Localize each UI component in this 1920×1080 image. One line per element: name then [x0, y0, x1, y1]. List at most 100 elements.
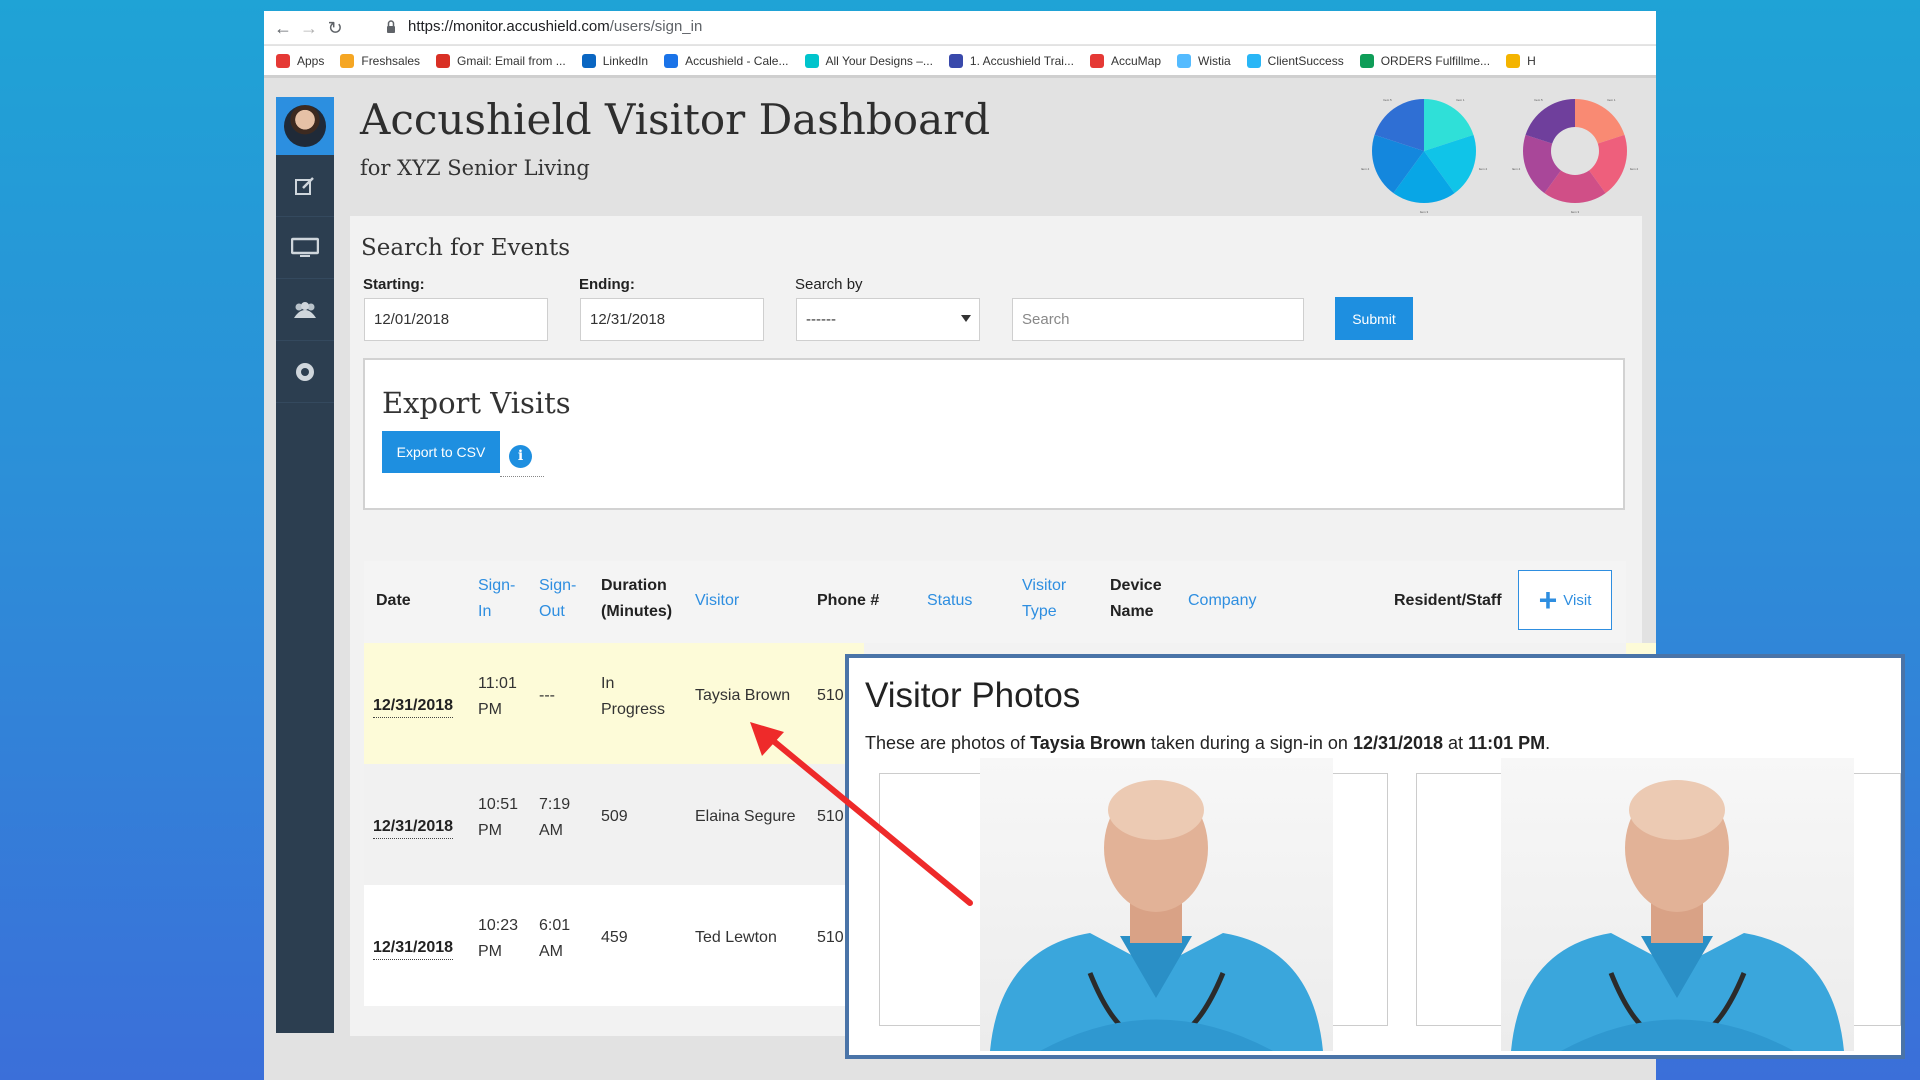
row-duration-line2: Progress [601, 701, 666, 718]
sidebar-item-settings[interactable] [276, 341, 334, 403]
bookmark-item[interactable]: Accushield - Cale... [664, 53, 789, 68]
bookmark-label: Accushield - Cale... [685, 53, 789, 68]
chevron-down-icon [961, 315, 971, 322]
bookmark-icon [581, 53, 596, 68]
row-phone: 510 [817, 929, 844, 946]
reload-icon[interactable]: ↻ [324, 17, 346, 39]
col-status[interactable]: Status [927, 588, 972, 614]
bookmark-item[interactable]: ClientSuccess [1246, 53, 1344, 68]
bookmark-label: H [1527, 53, 1536, 68]
visitor-photo-2[interactable] [1501, 758, 1854, 1051]
col-sign-out[interactable]: Sign- Out [539, 573, 576, 625]
pie-slice-label: Item 4 [1361, 167, 1370, 171]
pie-slice-label: Item 2 [1479, 167, 1488, 171]
search-by-label: Search by [795, 276, 863, 293]
bookmark-item[interactable]: ORDERS Fulfillme... [1359, 53, 1491, 68]
bookmark-item[interactable]: Apps [276, 53, 324, 68]
row-sign-out-time: 6:01 [539, 917, 571, 934]
ending-label: Ending: [579, 276, 635, 293]
back-icon[interactable]: ← [272, 17, 294, 39]
row-date[interactable]: 12/31/2018 [373, 937, 454, 960]
row-visitor[interactable]: Taysia Brown [695, 683, 790, 709]
sidebar-item-users[interactable] [276, 279, 334, 341]
bookmark-label: ORDERS Fulfillme... [1380, 53, 1491, 68]
pie-slice-label: Item 3 [1420, 210, 1429, 214]
bookmark-icon [804, 53, 819, 68]
bookmark-item[interactable]: 1. Accushield Trai... [948, 53, 1074, 68]
row-sign-out-period: AM [539, 822, 563, 839]
modal-text-end: . [1545, 733, 1551, 753]
pie-slice-label: Item 3 [1571, 210, 1580, 214]
row-sign-in-time: 10:23 [478, 917, 519, 934]
bookmark-item[interactable]: AccuMap [1089, 53, 1161, 68]
col-visitor-type[interactable]: Visitor Type [1022, 573, 1066, 625]
sidebar-item-monitor[interactable] [276, 217, 334, 279]
export-title: Export Visits [382, 386, 571, 420]
pie-slice-label: Item 2 [1630, 167, 1639, 171]
add-visit-label: Visit [1563, 591, 1592, 609]
row-date[interactable]: 12/31/2018 [373, 816, 454, 839]
col-sign-out-line1: Sign- [539, 577, 577, 594]
bookmark-icon [1177, 53, 1191, 68]
bookmark-icon [948, 53, 963, 68]
pie-slice-label: Item 1 [1456, 98, 1465, 102]
starting-date-input[interactable]: 12/01/2018 [364, 298, 548, 341]
bookmark-icon [1089, 53, 1104, 68]
export-csv-button[interactable]: Export to CSV [382, 431, 500, 473]
bookmark-item[interactable]: H [1506, 53, 1536, 68]
col-date[interactable]: Date [376, 588, 411, 614]
row-visitor[interactable]: Ted Lewton [695, 925, 777, 951]
bookmark-item[interactable]: Wistia [1177, 53, 1231, 68]
avatar[interactable] [284, 105, 326, 147]
person-photo-icon [990, 780, 1323, 1051]
visitor-photo-1[interactable] [980, 758, 1333, 1051]
bookmark-label: LinkedIn [602, 53, 649, 68]
info-icon[interactable]: i [509, 445, 532, 468]
search-title: Search for Events [361, 235, 570, 261]
modal-date: 12/31/2018 [1352, 733, 1444, 753]
col-phone: Phone # [817, 592, 880, 609]
ending-date-input[interactable]: 12/31/2018 [580, 298, 764, 341]
col-visitor-type-line2: Type [1022, 603, 1057, 620]
col-visitor[interactable]: Visitor [695, 588, 739, 614]
add-visit-button[interactable]: + Visit [1518, 570, 1612, 630]
forward-icon[interactable]: → [298, 17, 320, 39]
row-duration: 459 [601, 929, 628, 946]
col-sign-in-line2: In [478, 603, 492, 620]
info-underline [500, 476, 544, 477]
search-input[interactable]: Search [1012, 298, 1304, 341]
bookmark-label: Wistia [1198, 53, 1231, 68]
sidebar-item-edit[interactable] [276, 155, 334, 217]
search-by-select[interactable]: ------ [796, 298, 980, 341]
pie-slice-label: Item 1 [1607, 98, 1616, 102]
bookmark-item[interactable]: All Your Designs –... [804, 53, 933, 68]
submit-button[interactable]: Submit [1335, 297, 1413, 340]
page-title: Accushield Visitor Dashboard [360, 95, 991, 144]
bookmarks-bar: Apps Freshsales Gmail: Email from ... Linke… [264, 46, 1656, 78]
address-bar[interactable]: https://monitor.accushield.com/users/sig… [408, 18, 702, 35]
col-sign-in[interactable]: Sign- In [478, 573, 515, 625]
pie-chart-1: Item 1 Item 2 Item 3 Item 4 Item 5 [1361, 98, 1488, 214]
row-date[interactable]: 12/31/2018 [373, 695, 454, 718]
row-sign-in: 11:01 PM [478, 671, 517, 723]
modal-text-at: at [1443, 733, 1469, 753]
bookmark-item[interactable]: Freshsales [340, 53, 420, 68]
col-device-name: Device Name [1110, 573, 1162, 625]
pie-slice-label: Item 5 [1534, 98, 1543, 102]
row-sign-in-time: 11:01 [478, 675, 517, 692]
bookmark-label: Gmail: Email from ... [457, 53, 566, 68]
page-subtitle: for XYZ Senior Living [360, 156, 590, 180]
row-sign-out-time: 7:19 [539, 796, 571, 813]
bookmark-item[interactable]: Gmail: Email from ... [436, 53, 566, 68]
col-sign-out-line2: Out [539, 603, 565, 620]
bookmark-label: 1. Accushield Trai... [969, 53, 1074, 68]
bookmark-icon [436, 53, 451, 68]
modal-title: Visitor Photos [865, 676, 1081, 715]
bookmark-icon [664, 53, 679, 68]
bookmark-icon [340, 53, 355, 68]
col-sign-in-line1: Sign- [478, 577, 516, 594]
lock-icon [387, 20, 395, 33]
col-company[interactable]: Company [1188, 588, 1256, 614]
avatar-container[interactable] [276, 97, 334, 155]
bookmark-item[interactable]: LinkedIn [581, 53, 649, 68]
